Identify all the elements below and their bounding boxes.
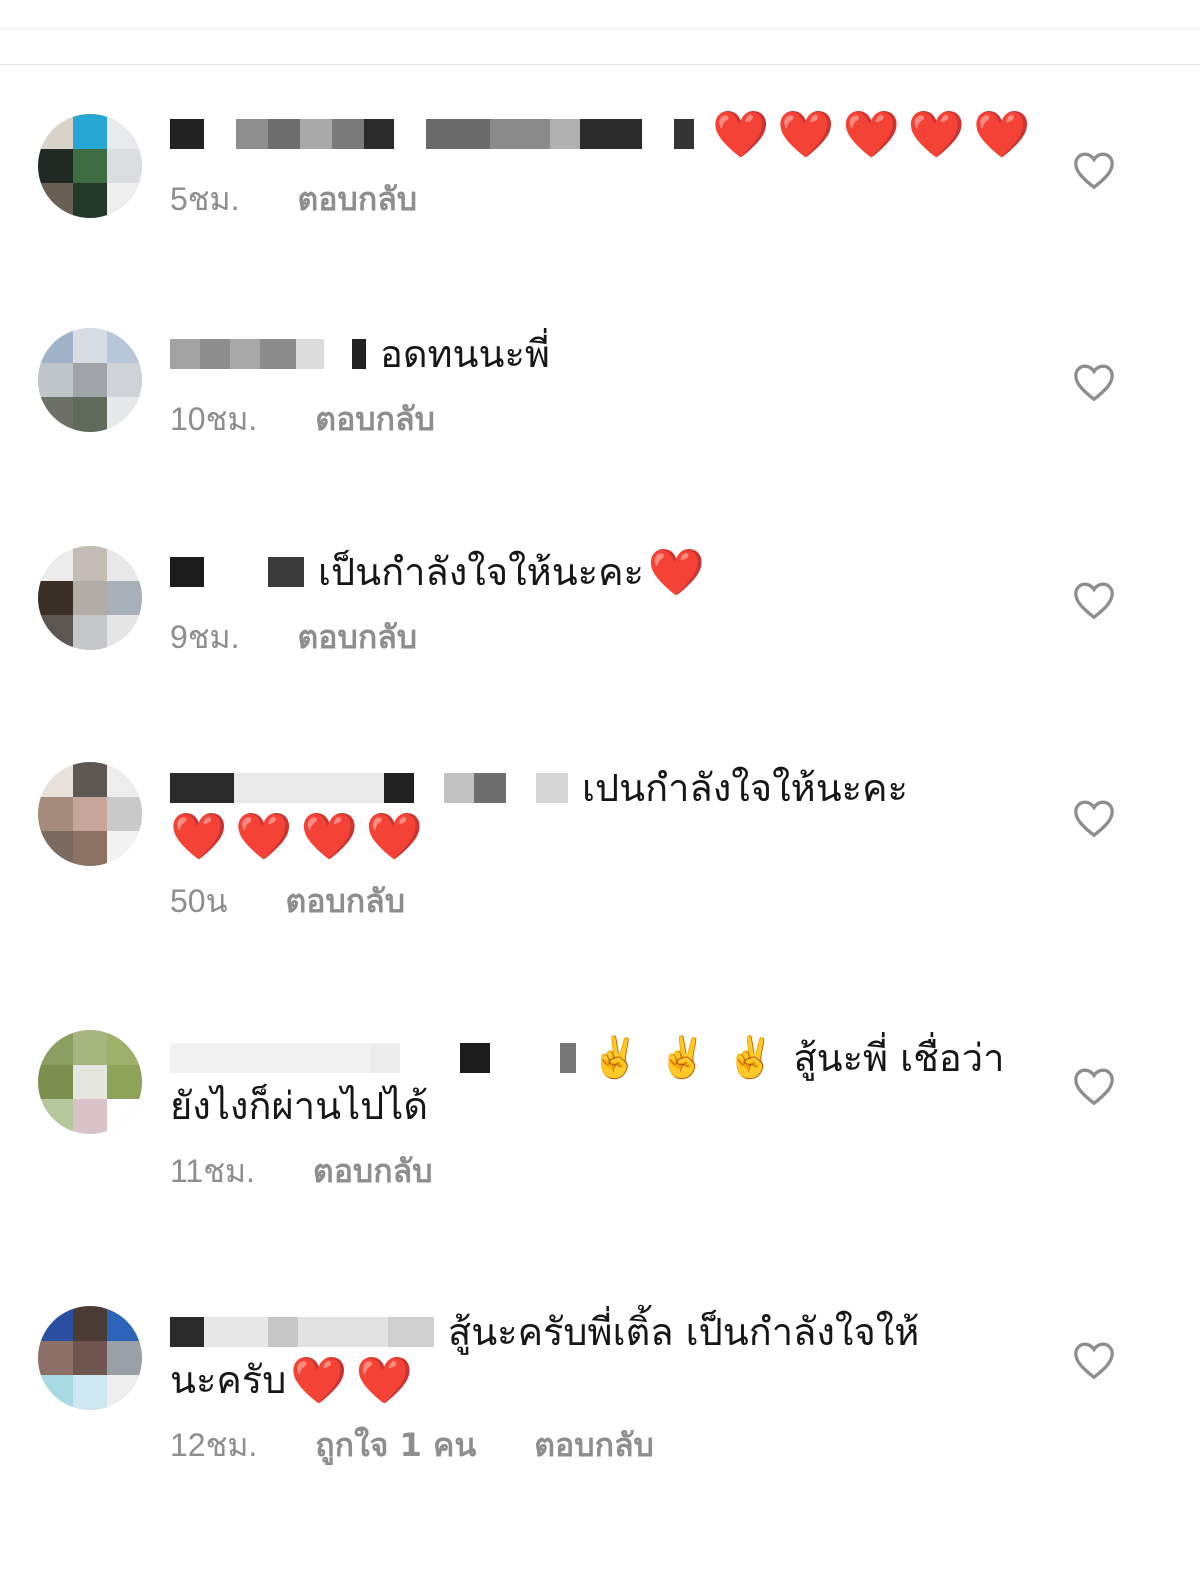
avatar[interactable] [38,1030,142,1134]
comment-line: สู้นะครับพี่เติ้ล เป็นกำลังใจให้ [170,1308,1030,1356]
heart-outline-icon[interactable] [1072,362,1116,402]
heart-outline-icon[interactable] [1072,798,1116,838]
heart-outline-icon[interactable] [1072,150,1116,190]
heart-outline-icon[interactable] [1072,580,1116,620]
heart-emojis: ❤️ [648,548,705,596]
red-heart-emoji: ❤️ [300,809,358,863]
comment-line: ✌️ ✌️ ✌️ สู้นะพี่ เชื่อว่า [170,1034,1030,1082]
red-heart-emoji: ❤️ [355,1353,413,1407]
avatar[interactable] [38,114,142,218]
comment-text-2: ยังไงก็ผ่านไปได้ [170,1084,429,1128]
red-heart-emoji: ❤️ [907,107,966,161]
top-line [0,28,1200,29]
red-heart-emoji: ❤️ [365,809,424,863]
comment-time: 9ชม. [170,619,240,655]
comment-line: เป็นกำลังใจให้นะคะ ❤️ [170,548,1030,596]
reply-button[interactable]: ตอบกลับ [285,876,405,927]
victory-hand-emoji: ✌️ [725,1035,776,1081]
top-divider [0,64,1200,65]
red-heart-emoji: ❤️ [647,545,706,599]
avatar[interactable] [38,762,142,866]
username-redacted[interactable] [170,1317,434,1347]
comment-time: 10ชม. [170,401,258,437]
heart-outline-icon[interactable] [1072,1066,1116,1106]
comment-line-2: ❤️ ❤️ ❤️ ❤️ [170,812,1030,860]
red-heart-emoji: ❤️ [712,107,770,161]
red-heart-emoji: ❤️ [290,1353,348,1407]
victory-hand-emoji: ✌️ [657,1035,708,1081]
comment-meta: 11ชม. ตอบกลับ [170,1146,1030,1197]
comment-text: สู้นะครับพี่เติ้ล เป็นกำลังใจให้ [448,1310,920,1354]
comment-meta: 5ชม. ตอบกลับ [170,174,1030,225]
likes-count-button[interactable]: ถูกใจ 1 คน [315,1420,476,1471]
comment-meta: 9ชม. ตอบกลับ [170,612,1030,663]
username-redacted[interactable] [170,557,304,587]
username-redacted[interactable] [170,773,568,803]
red-heart-emoji: ❤️ [235,809,293,863]
comment-line-2: นะครับ ❤️ ❤️ [170,1356,1030,1404]
victory-hand-emoji: ✌️ [590,1035,640,1081]
comment-meta: 10ชม. ตอบกลับ [170,394,1030,445]
comment-text: สู้นะพี่ เชื่อว่า [793,1036,1005,1080]
avatar[interactable] [38,1306,142,1410]
reply-button[interactable]: ตอบกลับ [298,174,418,225]
username-redacted[interactable] [170,119,694,149]
comment-text-2: นะครับ [170,1358,287,1402]
red-heart-emoji: ❤️ [842,107,900,161]
comment-meta: 12ชม. ถูกใจ 1 คน ตอบกลับ [170,1420,1030,1471]
avatar[interactable] [38,328,142,432]
comment-line: เปนกำลังใจให้นะคะ [170,764,1030,812]
comment-text: เปนกำลังใจให้นะคะ [582,766,908,810]
heart-emojis: ❤️ ❤️ ❤️ ❤️ [170,812,423,860]
comment-time: 5ชม. [170,181,240,217]
comment-line: อดทนนะพี่ [170,330,1030,378]
comment-meta: 50น ตอบกลับ [170,876,1030,927]
comment-text: อดทนนะพี่ [380,332,550,376]
red-heart-emoji: ❤️ [170,809,228,863]
comment-time: 12ชม. [170,1427,258,1463]
heart-emojis: ❤️ ❤️ ❤️ ❤️ ❤️ [712,110,1030,158]
username-redacted[interactable] [170,1043,576,1073]
avatar[interactable] [38,546,142,650]
comment-line: ❤️ ❤️ ❤️ ❤️ ❤️ [170,110,1030,158]
comment-line-2: ยังไงก็ผ่านไปได้ [170,1082,1030,1130]
heart-outline-icon[interactable] [1072,1340,1116,1380]
reply-button[interactable]: ตอบกลับ [534,1420,654,1471]
red-heart-emoji: ❤️ [777,107,835,161]
comment-time: 50น [170,883,228,919]
reply-button[interactable]: ตอบกลับ [313,1146,433,1197]
reply-button[interactable]: ตอบกลับ [315,394,435,445]
comment-time: 11ชม. [170,1153,255,1189]
username-redacted[interactable] [170,339,366,369]
red-heart-emoji: ❤️ [973,107,1031,161]
heart-emojis: ❤️ ❤️ [290,1356,413,1404]
reply-button[interactable]: ตอบกลับ [298,612,418,663]
comment-text: เป็นกำลังใจให้นะคะ [318,550,644,594]
